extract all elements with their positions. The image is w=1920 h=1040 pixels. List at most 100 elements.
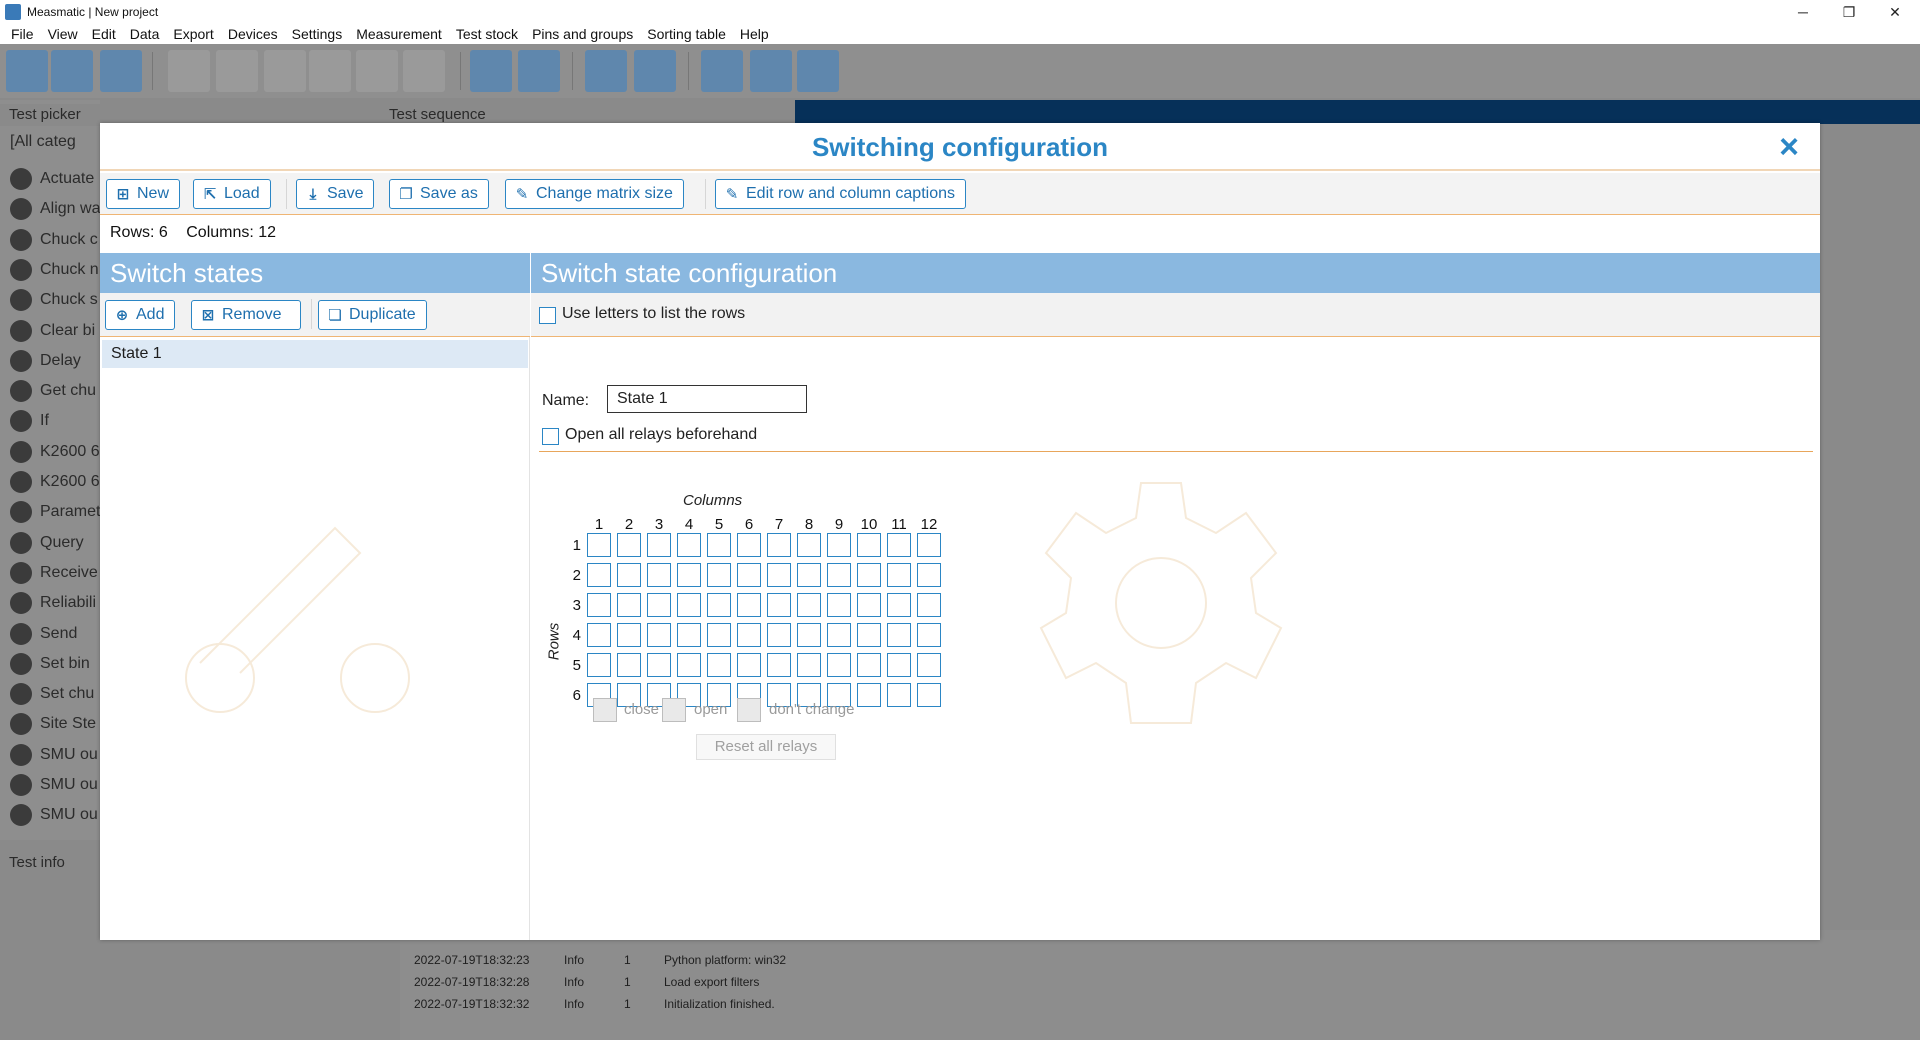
relay-cell[interactable] xyxy=(617,593,641,617)
relay-cell[interactable] xyxy=(887,563,911,587)
test-picker-item[interactable]: Chuck n xyxy=(10,258,99,281)
relay-cell[interactable] xyxy=(647,563,671,587)
relay-cell[interactable] xyxy=(677,563,701,587)
test-picker-item[interactable]: K2600 6 xyxy=(10,471,100,493)
relay-cell[interactable] xyxy=(887,653,911,677)
relay-cell[interactable] xyxy=(677,623,701,647)
run-all-icon[interactable] xyxy=(168,50,210,92)
relay-cell[interactable] xyxy=(887,683,911,707)
relay-cell[interactable] xyxy=(587,533,611,557)
edit-captions-button[interactable]: ✎ Edit row and column captions xyxy=(715,179,966,209)
step-icon[interactable] xyxy=(309,50,351,92)
relay-cell[interactable] xyxy=(797,623,821,647)
relay-cell[interactable] xyxy=(857,683,881,707)
test-picker-item[interactable]: Query xyxy=(10,531,84,554)
line-chart-icon[interactable] xyxy=(701,50,743,92)
relay-cell[interactable] xyxy=(827,653,851,677)
relay-cell[interactable] xyxy=(917,623,941,647)
switch-icon[interactable] xyxy=(634,50,676,92)
test-picker-item[interactable]: Get chu xyxy=(10,380,96,403)
menu-devices[interactable]: Devices xyxy=(221,26,285,42)
relay-cell[interactable] xyxy=(707,563,731,587)
bar-chart-icon[interactable] xyxy=(750,50,792,92)
relay-cell[interactable] xyxy=(767,533,791,557)
relay-cell[interactable] xyxy=(737,593,761,617)
remove-state-button[interactable]: ⊠ Remove xyxy=(191,300,301,330)
skip-icon[interactable] xyxy=(403,50,445,92)
relay-cell[interactable] xyxy=(737,653,761,677)
formula-icon[interactable] xyxy=(797,50,839,92)
relay-cell[interactable] xyxy=(797,653,821,677)
state-list-item[interactable]: State 1 xyxy=(102,340,528,368)
relay-cell[interactable] xyxy=(617,623,641,647)
state-name-input[interactable]: State 1 xyxy=(607,385,807,413)
relay-cell[interactable] xyxy=(617,563,641,587)
relay-cell[interactable] xyxy=(737,563,761,587)
relay-cell[interactable] xyxy=(797,533,821,557)
relay-cell[interactable] xyxy=(797,593,821,617)
relay-cell[interactable] xyxy=(767,563,791,587)
relay-cell[interactable] xyxy=(587,653,611,677)
relay-cell[interactable] xyxy=(917,653,941,677)
relay-cell[interactable] xyxy=(737,623,761,647)
relay-cell[interactable] xyxy=(677,593,701,617)
test-picker-item[interactable]: Send xyxy=(10,622,77,645)
relay-cell[interactable] xyxy=(917,563,941,587)
maximize-button[interactable]: ❐ xyxy=(1826,0,1872,24)
test-picker-item[interactable]: Align wa xyxy=(10,198,100,221)
relay-cell[interactable] xyxy=(887,593,911,617)
relay-cell[interactable] xyxy=(587,563,611,587)
relay-cell[interactable] xyxy=(827,533,851,557)
test-picker-item[interactable]: Chuck s xyxy=(10,289,98,312)
save-button[interactable]: ⤓ Save xyxy=(296,179,375,209)
relay-cell[interactable] xyxy=(587,623,611,647)
test-picker-item[interactable]: Receive xyxy=(10,561,98,584)
relay-cell[interactable] xyxy=(677,533,701,557)
relay-cell[interactable] xyxy=(707,653,731,677)
relay-cell[interactable] xyxy=(647,533,671,557)
relay-cell[interactable] xyxy=(857,563,881,587)
new-project-icon[interactable] xyxy=(6,50,48,92)
relay-cell[interactable] xyxy=(767,593,791,617)
test-picker-item[interactable]: Clear bi xyxy=(10,319,95,342)
menu-measurement[interactable]: Measurement xyxy=(349,26,449,42)
menu-view[interactable]: View xyxy=(41,26,85,42)
menu-sorting-table[interactable]: Sorting table xyxy=(640,26,733,42)
test-picker-item[interactable]: Site Ste xyxy=(10,713,96,736)
test-picker-item[interactable]: Delay xyxy=(10,349,81,372)
test-picker-item[interactable]: Reliabili xyxy=(10,592,96,615)
relay-cell[interactable] xyxy=(857,593,881,617)
menu-settings[interactable]: Settings xyxy=(285,26,350,42)
category-filter[interactable]: [All categ xyxy=(10,133,76,151)
relay-cell[interactable] xyxy=(917,593,941,617)
relay-cell[interactable] xyxy=(707,623,731,647)
relay-cell[interactable] xyxy=(617,653,641,677)
add-state-button[interactable]: ⊕ Add xyxy=(105,300,176,330)
relay-cell[interactable] xyxy=(827,623,851,647)
save-as-button[interactable]: ❐ Save as xyxy=(389,179,489,209)
stop-icon[interactable] xyxy=(356,50,398,92)
relay-cell[interactable] xyxy=(917,683,941,707)
test-picker-item[interactable]: SMU ou xyxy=(10,774,98,796)
clipboard-icon[interactable] xyxy=(518,50,560,92)
relay-cell[interactable] xyxy=(767,653,791,677)
relay-cell[interactable] xyxy=(707,593,731,617)
relay-cell[interactable] xyxy=(857,623,881,647)
test-picker-item[interactable]: Chuck c xyxy=(10,228,98,251)
test-picker-item[interactable]: Paramet xyxy=(10,501,100,524)
relay-cell[interactable] xyxy=(797,563,821,587)
relay-cell[interactable] xyxy=(827,593,851,617)
menu-help[interactable]: Help xyxy=(733,26,776,42)
relay-cell[interactable] xyxy=(587,593,611,617)
open-all-relays-checkbox[interactable] xyxy=(542,428,559,445)
menu-test-stock[interactable]: Test stock xyxy=(449,26,525,42)
new-button[interactable]: ⊞ New xyxy=(106,179,181,209)
test-picker-item[interactable]: SMU ou xyxy=(10,804,98,827)
test-picker-item[interactable]: SMU ou xyxy=(10,743,98,766)
relay-cell[interactable] xyxy=(617,533,641,557)
relay-cell[interactable] xyxy=(917,533,941,557)
close-window-button[interactable]: ✕ xyxy=(1872,0,1918,24)
test-picker-item[interactable]: Set chu xyxy=(10,683,94,706)
menu-data[interactable]: Data xyxy=(123,26,167,42)
load-button[interactable]: ⇱ Load xyxy=(193,179,271,209)
